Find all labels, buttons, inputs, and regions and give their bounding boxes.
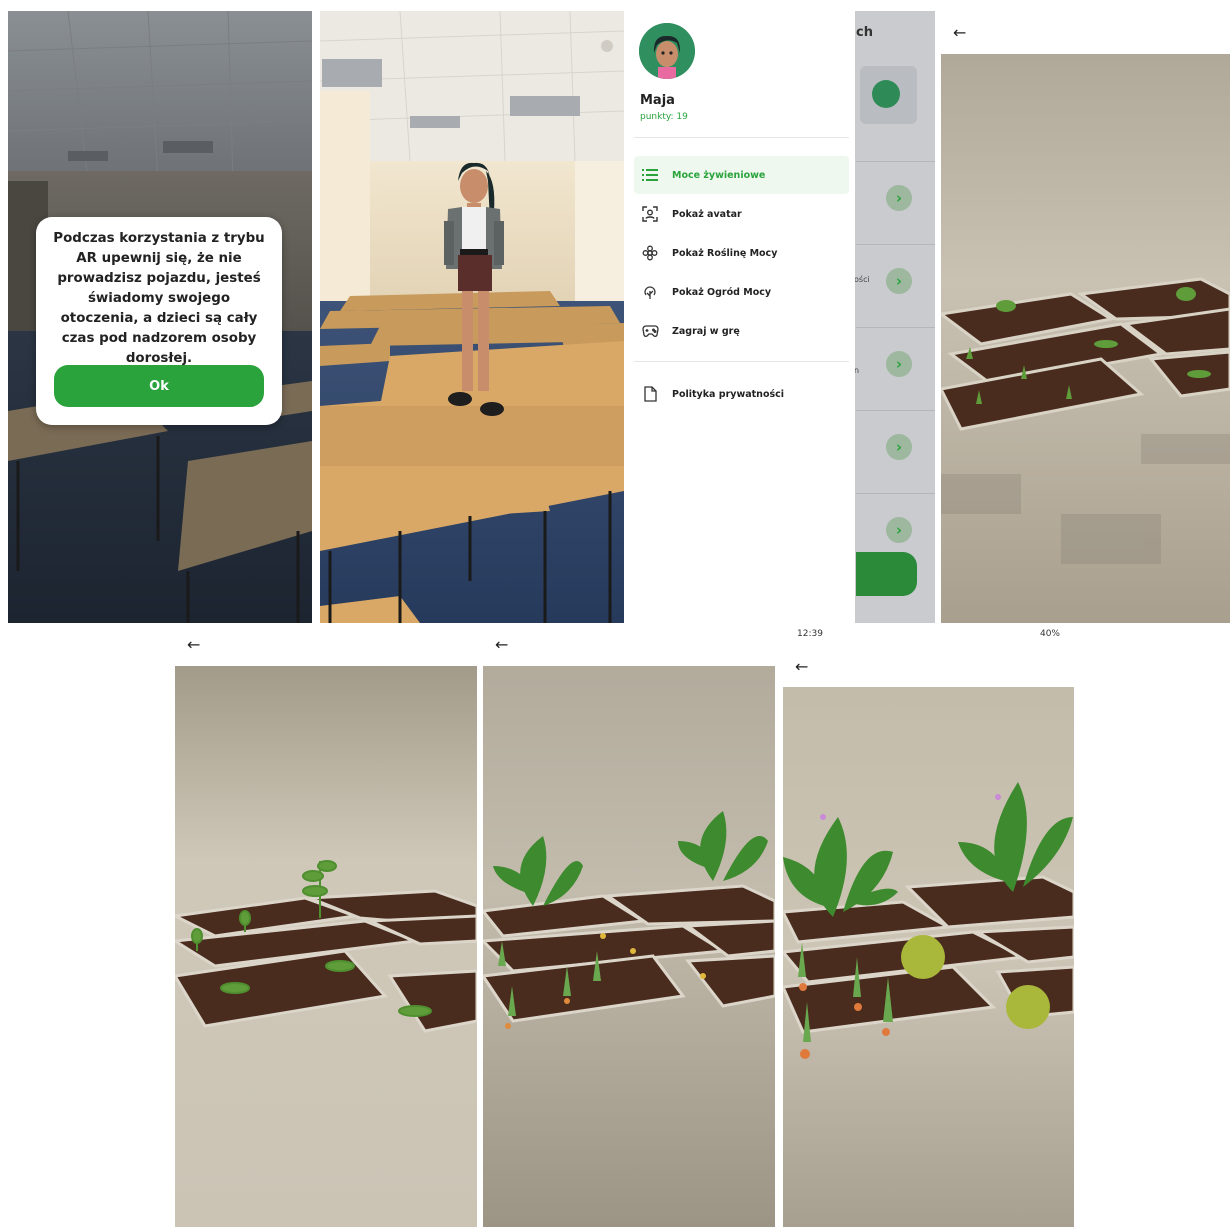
divider <box>856 493 935 494</box>
chevron-right-icon: › <box>886 517 912 543</box>
status-time: 12:39 <box>797 629 823 639</box>
background-green-button <box>856 552 917 596</box>
divider <box>856 244 935 245</box>
back-arrow-icon[interactable]: ← <box>953 23 966 42</box>
ok-button[interactable]: Ok <box>54 365 264 407</box>
divider <box>634 137 849 138</box>
ar-header: ← <box>483 623 775 666</box>
status-bar: 12:39 40% <box>783 623 1074 645</box>
ar-avatar-screen <box>320 11 624 623</box>
classroom-ar-photo <box>320 11 624 623</box>
ar-garden-screen-4: 12:39 40% ← <box>783 623 1074 1227</box>
menu-item-label: Pokaż avatar <box>672 208 742 220</box>
chevron-right-icon: › <box>886 185 912 211</box>
ar-camera-view <box>483 666 775 1227</box>
menu-item-label: Zagraj w grę <box>672 325 740 337</box>
menu-item-polityka-prywatnosci[interactable]: Polityka prywatności <box>634 375 849 413</box>
ar-garden-screen-2: ← <box>175 623 477 1227</box>
document-icon <box>634 386 666 402</box>
divider <box>856 410 935 411</box>
nav-drawer: Maja punkty: 19 Moce żywieniowe Pokaż av… <box>624 11 855 623</box>
background-text-fragment: ości <box>854 275 870 284</box>
menu-item-label: Pokaż Roślinę Mocy <box>672 247 778 259</box>
back-arrow-icon[interactable]: ← <box>495 635 508 654</box>
chevron-right-icon: › <box>886 434 912 460</box>
menu-item-pokaz-avatar[interactable]: Pokaż avatar <box>634 195 849 233</box>
ar-camera-view <box>783 687 1074 1227</box>
user-points: punkty: 19 <box>640 112 688 122</box>
chevron-right-icon: › <box>886 268 912 294</box>
menu-item-label: Moce żywieniowe <box>672 169 766 181</box>
avatar-scan-icon <box>634 206 666 222</box>
user-name: Maja <box>640 93 675 108</box>
ar-camera-view <box>175 666 477 1227</box>
ar-header: ← <box>175 623 477 666</box>
menu-item-pokaz-ogrod-mocy[interactable]: Pokaż Ogród Mocy <box>634 273 849 311</box>
gamepad-icon <box>634 324 666 338</box>
list-icon <box>634 168 666 182</box>
menu-item-moce-zywieniowe[interactable]: Moce żywieniowe <box>634 156 849 194</box>
ar-camera-view <box>941 54 1230 623</box>
flower-icon <box>634 245 666 261</box>
background-avatar <box>872 80 900 108</box>
divider <box>856 327 935 328</box>
menu-item-label: Pokaż Ogród Mocy <box>672 286 772 298</box>
status-battery: 40% <box>1039 629 1060 639</box>
ar-garden-screen-3: ← <box>483 623 775 1227</box>
ar-header: ← <box>941 11 1230 54</box>
back-arrow-icon[interactable]: ← <box>795 657 808 676</box>
background-title-fragment: ch <box>856 25 873 40</box>
back-arrow-icon[interactable]: ← <box>187 635 200 654</box>
ar-garden-screen-1: ← <box>941 11 1230 623</box>
ar-header: ← <box>783 645 1074 687</box>
tree-icon <box>634 284 666 300</box>
navigation-drawer-screen: ch › › › › › ości n Maja punkty: 19 Moce <box>624 11 935 623</box>
dialog-message: Podczas korzystania z trybu AR upewnij s… <box>53 231 265 366</box>
ar-safety-dialog: Podczas korzystania z trybu AR upewnij s… <box>36 217 282 425</box>
menu-item-label: Polityka prywatności <box>672 388 785 400</box>
chevron-right-icon: › <box>886 351 912 377</box>
menu-item-zagraj-w-gre[interactable]: Zagraj w grę <box>634 312 849 350</box>
ar-warning-screen: Podczas korzystania z trybu AR upewnij s… <box>8 11 312 623</box>
divider <box>634 361 849 362</box>
divider <box>856 161 935 162</box>
user-avatar <box>639 23 695 79</box>
menu-item-pokaz-rosline-mocy[interactable]: Pokaż Roślinę Mocy <box>634 234 849 272</box>
